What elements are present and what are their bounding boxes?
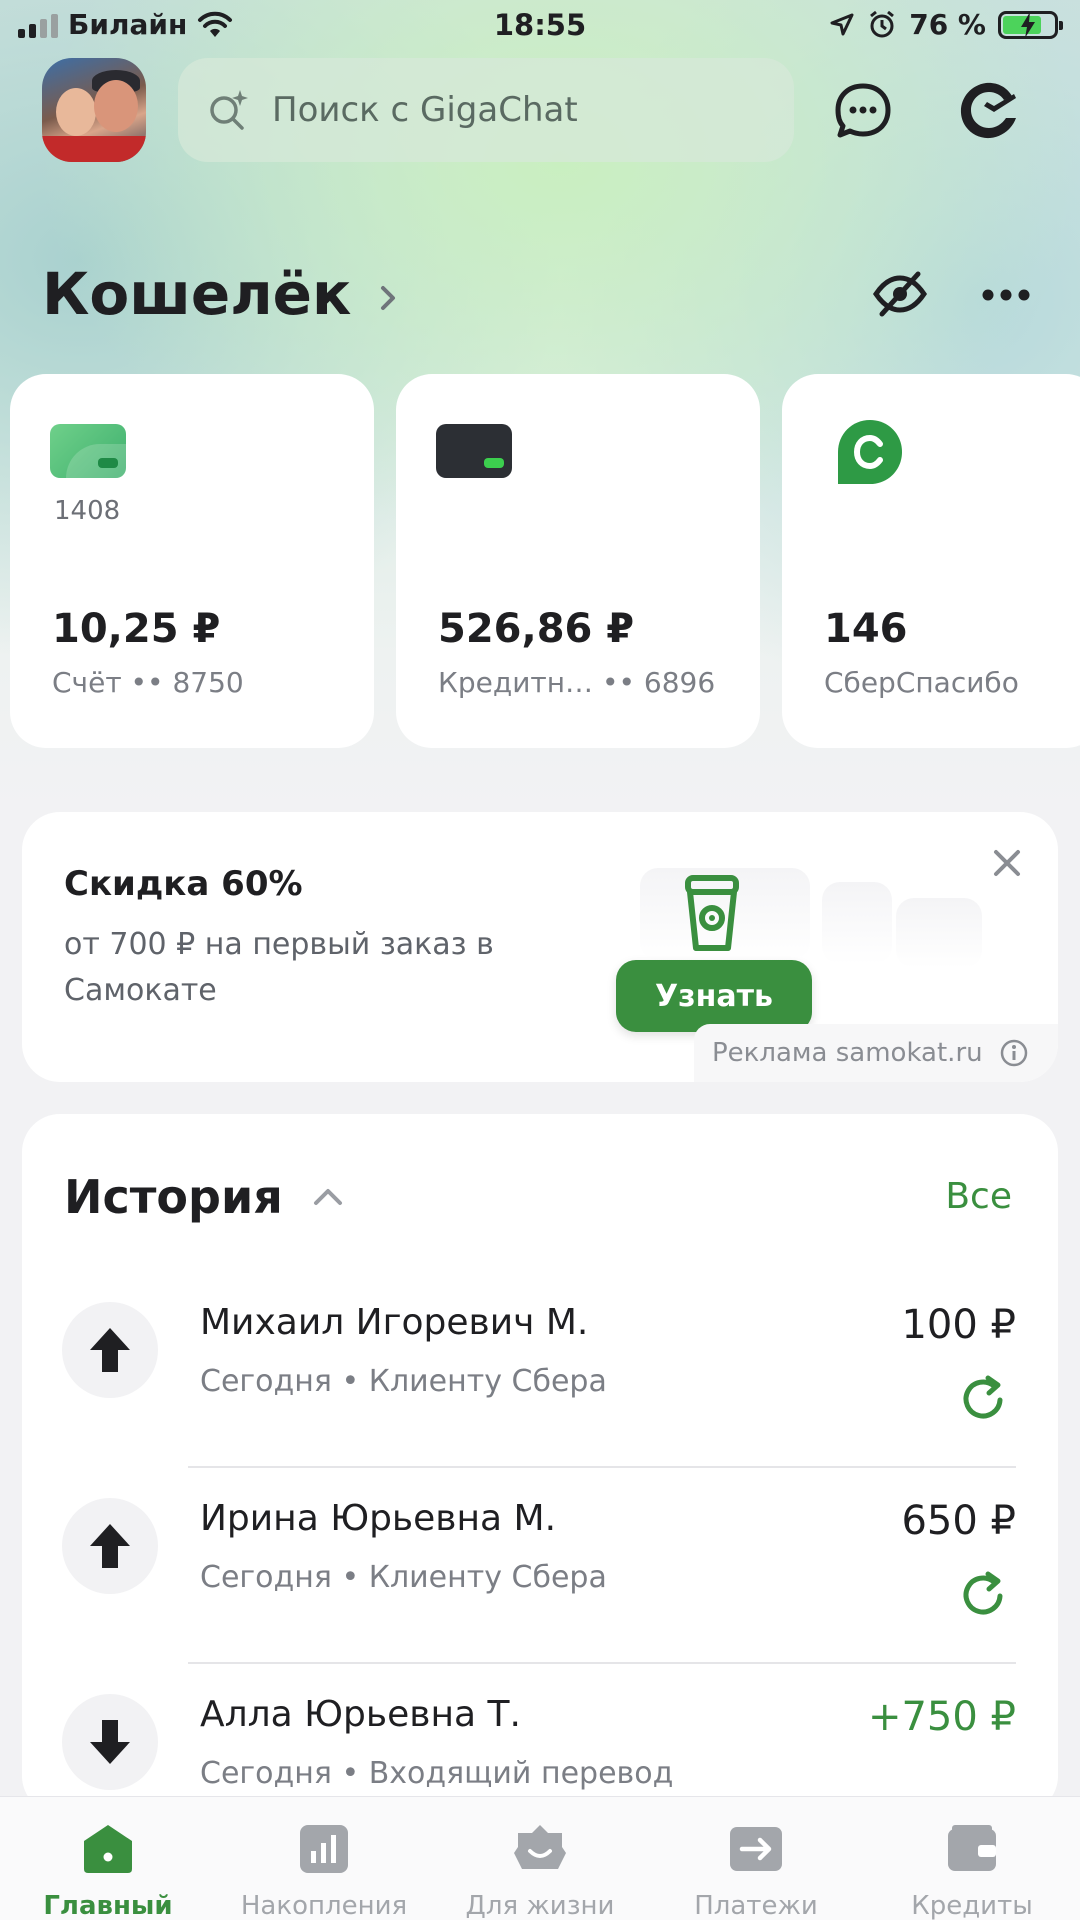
chat-icon[interactable] [828,76,898,146]
tab-label: Кредиты [911,1891,1033,1920]
bonus-label: СберСпасибо [824,666,1019,699]
battery-percent: 76 % [909,8,986,41]
card-label: Кредитн… •• 6896 [438,666,716,699]
alarm-icon [870,10,895,37]
tab-for-life[interactable]: Для жизни [432,1813,648,1920]
card-balance: 526,86 ₽ [438,606,635,652]
card-balance: 10,25 ₽ [52,606,221,652]
sberspasibo-icon [838,420,902,484]
info-icon [1000,1039,1027,1067]
learn-more-button[interactable]: Узнать [616,960,812,1032]
payments-arrow-icon [730,1827,782,1871]
promo-title: Скидка 60% [64,864,303,904]
wallet-title-text: Кошелёк [42,260,352,328]
history-name: Ирина Юрьевна М. [200,1498,557,1539]
outgoing-arrow-icon [62,1302,158,1398]
card-label: Счёт •• 8750 [52,666,244,699]
close-icon[interactable] [990,846,1024,880]
promo-banner[interactable]: Скидка 60% от 700 ₽ на первый заказ в Са… [22,812,1058,1082]
history-desc: Сегодня • Клиенту Сбера [200,1364,607,1399]
history-name: Михаил Игоревич М. [200,1302,589,1343]
samokat-cup-icon [685,875,739,951]
tab-label: Накопления [240,1891,408,1920]
tab-label: Платежи [694,1891,818,1920]
repeat-payment-icon[interactable] [958,1570,1008,1620]
credit-card-tile[interactable]: 526,86 ₽ Кредитн… •• 6896 [396,374,760,748]
wallet-icon [948,1825,996,1871]
tab-label: Для жизни [465,1891,615,1920]
ai-search-icon [210,90,248,130]
profile-avatar[interactable] [42,58,146,162]
debit-card-tile[interactable]: 1408 10,25 ₽ Счёт •• 8750 [10,374,374,748]
card-number: 1408 [54,496,121,526]
avatar-photo-part [42,136,146,162]
history-section: История Все Михаил Игоревич М. Сегодня •… [22,1114,1058,1814]
promo-image-placeholder [822,882,892,964]
location-arrow-icon [830,13,854,35]
history-amount: 100 ₽ [901,1302,1016,1348]
search-placeholder: Поиск с GigaChat [272,90,578,130]
avatar-photo-part [94,80,138,132]
history-row[interactable]: Михаил Игоревич М. Сегодня • Клиенту Сбе… [22,1272,1058,1468]
battery-icon [998,10,1063,39]
bottom-tab-bar: Главный Накопления Для жизни Платежи Кре… [0,1796,1080,1920]
credit-card-icon [436,424,512,478]
home-icon [84,1825,132,1873]
status-bar: Билайн 18:55 76 % [0,0,1080,54]
life-icon [514,1825,566,1869]
history-desc: Сегодня • Входящий перевод [200,1756,674,1791]
status-right: 76 % [829,8,1063,41]
charging-bolt-icon [1021,11,1035,38]
savings-chart-icon [300,1825,348,1873]
incoming-arrow-icon [62,1694,158,1790]
history-name: Алла Юрьевна Т. [200,1694,521,1735]
gigachat-search-input[interactable]: Поиск с GigaChat [178,58,794,162]
ad-label-text: Реклама samokat.ru [712,1038,983,1068]
tab-home[interactable]: Главный [0,1813,216,1920]
chevron-up-icon [313,1189,342,1205]
history-all-link[interactable]: Все [945,1176,1012,1217]
sber-logo-icon[interactable] [954,76,1024,146]
tab-savings[interactable]: Накопления [216,1813,432,1920]
history-amount: +750 ₽ [867,1694,1016,1740]
outgoing-arrow-icon [62,1498,158,1594]
wallet-title[interactable]: Кошелёк [42,260,403,328]
tab-credits[interactable]: Кредиты [864,1813,1080,1920]
debit-card-icon [50,424,126,478]
history-row[interactable]: Ирина Юрьевна М. Сегодня • Клиенту Сбера… [22,1468,1058,1664]
history-header[interactable]: История [64,1170,345,1224]
sberspasibo-tile[interactable]: 146 СберСпасибо [782,374,1080,748]
repeat-payment-icon[interactable] [958,1374,1008,1424]
more-dots-icon[interactable] [982,288,1030,302]
history-desc: Сегодня • Клиенту Сбера [200,1560,607,1595]
history-amount: 650 ₽ [901,1498,1016,1544]
chevron-right-icon [381,286,396,310]
ad-label[interactable]: Реклама samokat.ru [694,1024,1058,1082]
avatar-photo-part [56,88,96,136]
hide-balance-eye-icon[interactable] [872,268,928,320]
history-title: История [64,1170,283,1224]
tab-payments[interactable]: Платежи [648,1813,864,1920]
promo-text: от 700 ₽ на первый заказ в Самокате [64,927,494,1008]
tab-label: Главный [43,1891,173,1920]
promo-image-placeholder [896,898,982,968]
bonus-balance: 146 [824,606,908,652]
